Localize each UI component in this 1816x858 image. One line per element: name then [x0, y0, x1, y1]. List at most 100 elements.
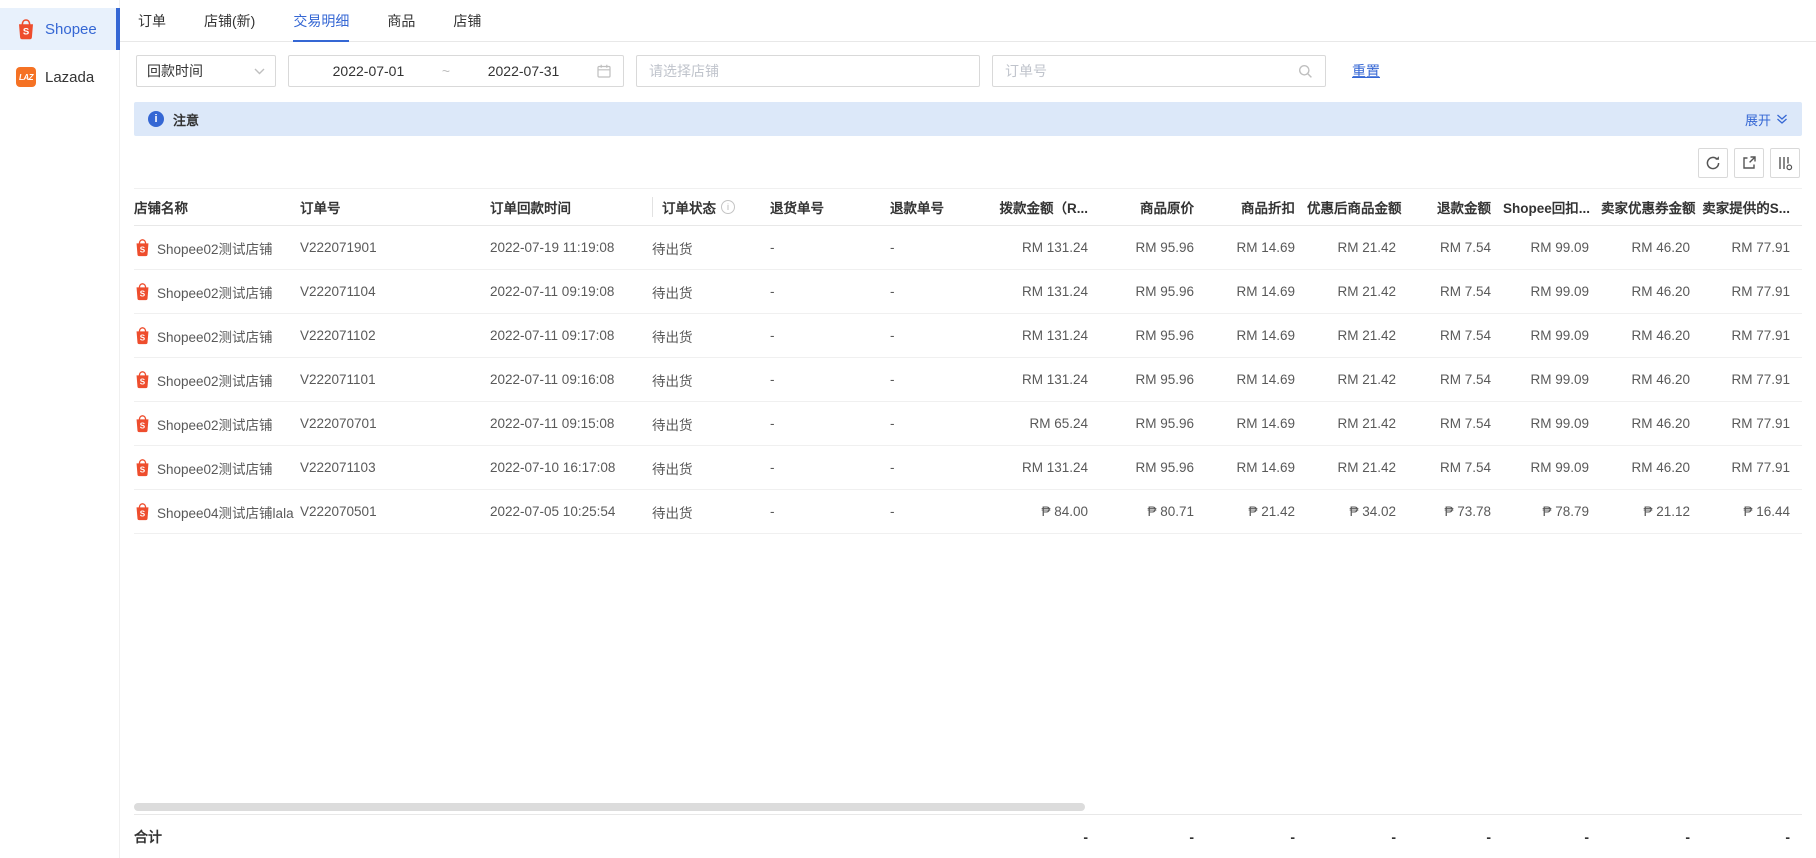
table-cell: RM 131.24: [992, 240, 1100, 255]
info-circle-icon: i: [148, 111, 164, 127]
table-cell: RM 21.42: [1307, 460, 1408, 475]
content-panel: i 注意 展开: [120, 98, 1816, 858]
date-range-picker[interactable]: 2022-07-01 ~ 2022-07-31: [288, 55, 624, 87]
column-settings-button[interactable]: [1770, 148, 1800, 178]
column-header: 退款单号: [890, 197, 992, 217]
expand-toggle[interactable]: 展开: [1745, 110, 1788, 129]
notice-alert: i 注意 展开: [134, 102, 1802, 136]
table-row: S Shopee02测试店铺V2220707012022-07-11 09:15…: [134, 402, 1802, 446]
footer-total-value: -: [992, 829, 1100, 845]
table-cell: ₱ 16.44: [1702, 504, 1802, 519]
column-header: 退款金额: [1408, 197, 1503, 217]
chevron-down-icon: [254, 68, 265, 75]
tab-products[interactable]: 商品: [387, 0, 415, 41]
time-type-value: 回款时间: [147, 61, 203, 81]
table-cell: RM 95.96: [1100, 416, 1206, 431]
shop-select-input[interactable]: [649, 56, 967, 86]
tab-shops-new[interactable]: 店铺(新): [204, 0, 255, 41]
table-cell: 待出货: [652, 282, 770, 302]
table-footer: 合计--------: [134, 814, 1802, 858]
table-cell: RM 46.20: [1601, 460, 1702, 475]
column-header: 店铺名称: [134, 197, 300, 217]
shop-name-cell: S Shopee02测试店铺: [134, 282, 300, 302]
shop-name-cell: S Shopee04测试店铺lala: [134, 502, 300, 522]
table-cell: RM 7.54: [1408, 284, 1503, 299]
calendar-icon: [597, 64, 611, 78]
table-cell: RM 7.54: [1408, 372, 1503, 387]
table-cell: 待出货: [652, 238, 770, 258]
table-cell: -: [770, 416, 890, 431]
refresh-icon: [1705, 155, 1721, 171]
table-cell: 2022-07-05 10:25:54: [490, 504, 652, 519]
table-cell: V222071103: [300, 460, 490, 475]
table-cell: RM 14.69: [1206, 328, 1307, 343]
tab-orders[interactable]: 订单: [138, 0, 166, 41]
lazada-icon: LAZ: [16, 67, 36, 87]
table-cell: -: [770, 328, 890, 343]
column-header: 订单状态i: [652, 197, 770, 217]
shopee-icon: S: [134, 502, 151, 521]
table-cell: ₱ 21.12: [1601, 504, 1702, 519]
tab-shops[interactable]: 店铺: [453, 0, 481, 41]
order-no-input[interactable]: [1005, 56, 1292, 86]
info-icon: i: [721, 200, 735, 214]
svg-text:S: S: [140, 333, 146, 342]
main-area: 订单 店铺(新) 交易明细 商品 店铺 回款时间 2022-07-01 ~ 20…: [120, 0, 1816, 858]
table-cell: RM 21.42: [1307, 372, 1408, 387]
date-to[interactable]: 2022-07-31: [456, 63, 591, 79]
table-cell: RM 99.09: [1503, 416, 1601, 431]
table-row: S Shopee02测试店铺V2220711022022-07-11 09:17…: [134, 314, 1802, 358]
table-cell: RM 14.69: [1206, 460, 1307, 475]
table-cell: RM 46.20: [1601, 240, 1702, 255]
table-cell: RM 77.91: [1702, 328, 1802, 343]
table-cell: RM 14.69: [1206, 416, 1307, 431]
shopee-icon: S: [134, 458, 151, 477]
sidebar-item-lazada[interactable]: LAZ Lazada: [0, 56, 119, 98]
table-cell: 2022-07-11 09:17:08: [490, 328, 652, 343]
time-type-select[interactable]: 回款时间: [136, 55, 276, 87]
table-cell: RM 131.24: [992, 328, 1100, 343]
table-cell: RM 131.24: [992, 284, 1100, 299]
table-cell: RM 99.09: [1503, 460, 1601, 475]
table-cell: -: [770, 504, 890, 519]
export-button[interactable]: [1734, 148, 1764, 178]
shopee-icon: S: [16, 18, 36, 40]
sidebar-item-shopee[interactable]: S Shopee: [0, 8, 119, 50]
svg-text:S: S: [140, 289, 146, 298]
table-cell: V222071104: [300, 284, 490, 299]
table-cell: RM 131.24: [992, 372, 1100, 387]
svg-text:S: S: [140, 421, 146, 430]
column-header: 订单号: [300, 197, 490, 217]
table-cell: RM 95.96: [1100, 460, 1206, 475]
table-cell: RM 21.42: [1307, 416, 1408, 431]
scrollbar-thumb[interactable]: [134, 803, 1085, 811]
table-cell: RM 95.96: [1100, 372, 1206, 387]
footer-total-value: -: [1408, 829, 1503, 845]
shop-name-cell: S Shopee02测试店铺: [134, 238, 300, 258]
table-cell: RM 46.20: [1601, 328, 1702, 343]
table-cell: 2022-07-10 16:17:08: [490, 460, 652, 475]
date-from[interactable]: 2022-07-01: [301, 63, 436, 79]
table-row: S Shopee04测试店铺lalaV2220705012022-07-05 1…: [134, 490, 1802, 534]
table-cell: 待出货: [652, 502, 770, 522]
reset-button[interactable]: 重置: [1352, 61, 1380, 81]
table-cell: RM 95.96: [1100, 284, 1206, 299]
sidebar-item-label: Lazada: [45, 69, 94, 86]
table-cell: -: [890, 328, 992, 343]
table-row: S Shopee02测试店铺V2220711032022-07-10 16:17…: [134, 446, 1802, 490]
table-cell: RM 77.91: [1702, 284, 1802, 299]
table-empty-space: [134, 534, 1802, 802]
search-icon[interactable]: [1298, 64, 1313, 79]
table-cell: V222071101: [300, 372, 490, 387]
table-cell: RM 77.91: [1702, 372, 1802, 387]
shop-select-field: [636, 55, 980, 87]
shop-name-cell: S Shopee02测试店铺: [134, 370, 300, 390]
table-cell: V222070701: [300, 416, 490, 431]
table-row: S Shopee02测试店铺V2220711012022-07-11 09:16…: [134, 358, 1802, 402]
tab-transaction-detail[interactable]: 交易明细: [293, 0, 349, 41]
platform-sidebar: S Shopee LAZ Lazada: [0, 0, 120, 858]
shop-name-cell: S Shopee02测试店铺: [134, 414, 300, 434]
refresh-button[interactable]: [1698, 148, 1728, 178]
double-chevron-down-icon: [1776, 113, 1788, 125]
table-toolbar: [134, 148, 1800, 178]
